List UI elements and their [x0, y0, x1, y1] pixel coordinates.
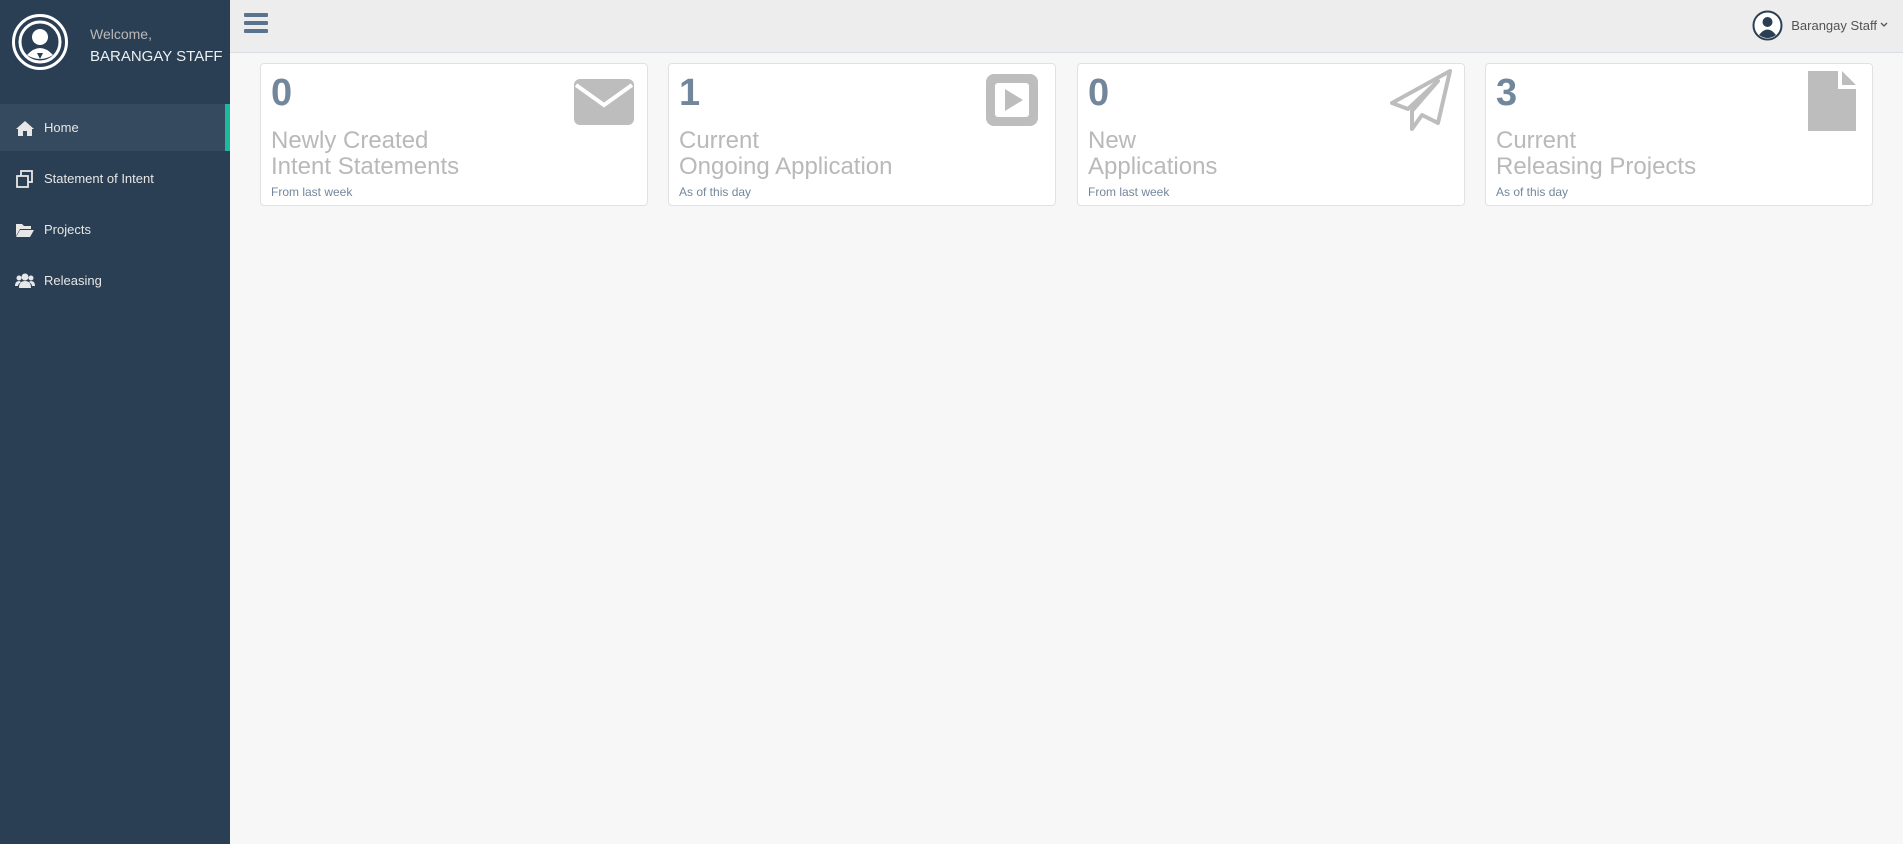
tile-title: Newly Created Intent Statements: [271, 128, 459, 180]
avatar: [12, 14, 68, 70]
tile-title-line: Releasing Projects: [1496, 153, 1697, 180]
tile-subtitle: From last week: [1088, 185, 1170, 199]
paper-plane-icon: [1390, 69, 1452, 131]
play-square-icon: [986, 74, 1038, 126]
profile: Welcome, BARANGAY STAFF: [0, 0, 230, 104]
users-icon: [15, 273, 35, 288]
tile-title-line: Current: [1496, 127, 1577, 154]
welcome-text: Welcome,: [90, 26, 152, 42]
file-icon: [1808, 71, 1856, 131]
sidebar-item-projects[interactable]: Projects: [0, 206, 230, 253]
tile-title-line: New: [1088, 127, 1137, 154]
tile-title: Current Releasing Projects: [1496, 128, 1696, 180]
tile-subtitle: As of this day: [679, 185, 752, 199]
folder-open-icon: [16, 223, 34, 237]
user-name: Barangay Staff: [1791, 17, 1877, 33]
tile-title-line: Current: [679, 127, 760, 154]
tile-title: Current Ongoing Application: [679, 128, 893, 180]
top-nav: Barangay Staff: [230, 0, 1903, 53]
tile-title-line: Intent Statements: [271, 153, 460, 180]
sidebar-item-home[interactable]: Home: [0, 104, 230, 151]
sidebar-item-releasing[interactable]: Releasing: [0, 257, 230, 304]
bars-icon-line: [244, 29, 268, 33]
sidebar-item-label: Statement of Intent: [44, 171, 154, 186]
tile-count: 0: [1088, 72, 1110, 114]
tile-subtitle: As of this day: [1496, 185, 1569, 199]
tile-intent-statements: 0 Newly Created Intent Statements From l…: [260, 63, 648, 206]
sidebar-item-statement-of-intent[interactable]: Statement of Intent: [0, 155, 230, 202]
envelope-icon: [574, 79, 634, 125]
tile-count: 3: [1496, 72, 1518, 114]
chevron-down-icon: [1880, 22, 1888, 27]
sidebar-item-label: Releasing: [44, 273, 102, 288]
sidebar-item-label: Projects: [44, 222, 91, 237]
menu-toggle-button[interactable]: [244, 13, 270, 37]
profile-name: BARANGAY STAFF: [90, 48, 223, 65]
sidebar: Welcome, BARANGAY STAFF Home Statement o…: [0, 0, 230, 844]
tile-title: New Applications: [1088, 128, 1217, 180]
side-menu: Home Statement of Intent Projects Releas…: [0, 104, 230, 308]
tile-title-line: Applications: [1088, 153, 1218, 180]
sidebar-item-label: Home: [44, 120, 79, 135]
tile-count: 1: [679, 72, 701, 114]
user-avatar-icon: [1752, 10, 1783, 40]
tile-releasing-projects: 3 Current Releasing Projects As of this …: [1485, 63, 1873, 206]
user-dropdown[interactable]: Barangay Staff: [1752, 9, 1889, 41]
tile-ongoing-application: 1 Current Ongoing Application As of this…: [668, 63, 1056, 206]
tile-subtitle: From last week: [271, 185, 353, 199]
tile-title-line: Newly Created: [271, 127, 429, 154]
bars-icon: [244, 13, 268, 17]
home-icon: [16, 120, 34, 136]
tile-new-applications: 0 New Applications From last week: [1077, 63, 1465, 206]
tile-title-line: Ongoing Application: [679, 153, 893, 180]
bars-icon-line: [244, 21, 268, 25]
clone-icon: [16, 169, 33, 188]
tile-count: 0: [271, 72, 293, 114]
